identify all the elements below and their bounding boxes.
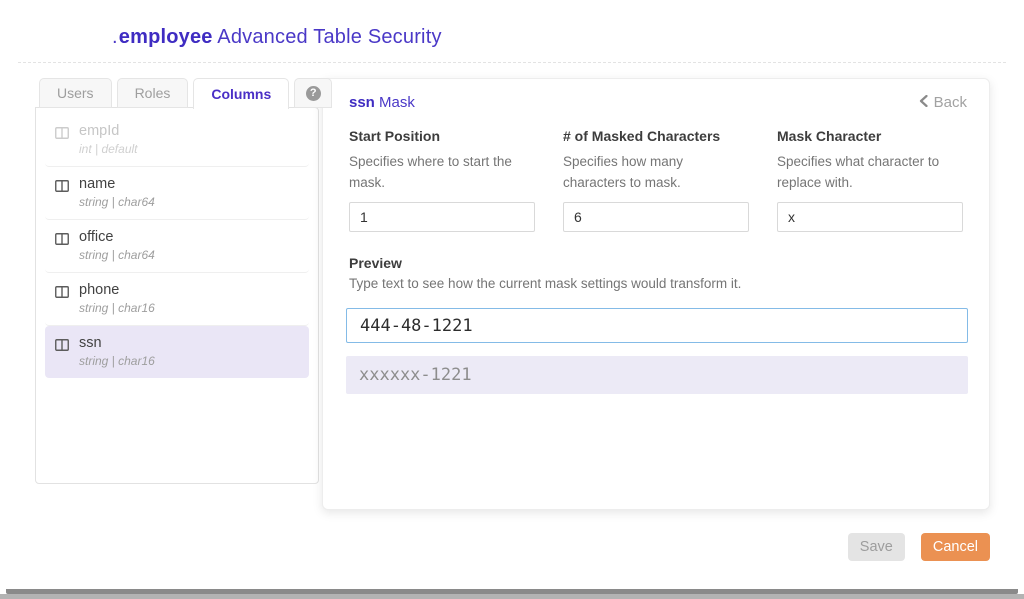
column-item-name[interactable]: name string | char64 bbox=[45, 167, 309, 220]
field-description: Specifies how many characters to mask. bbox=[563, 151, 749, 193]
field-description: Specifies what character to replace with… bbox=[777, 151, 963, 193]
column-meta: string | char64 bbox=[79, 248, 155, 262]
help-icon: ? bbox=[306, 86, 321, 101]
help-button[interactable]: ? bbox=[294, 78, 332, 108]
page-title-text: Advanced Table Security bbox=[217, 26, 441, 48]
column-icon bbox=[55, 232, 69, 250]
field-description: Specifies where to start the mask. bbox=[349, 151, 535, 193]
mask-column-name: ssn bbox=[349, 94, 375, 111]
title-divider bbox=[18, 62, 1006, 63]
column-name: empId bbox=[79, 123, 138, 139]
mask-card-header: ssn Mask Back bbox=[349, 94, 967, 111]
tab-bar: Users Roles Columns ? bbox=[39, 78, 332, 109]
save-button[interactable]: Save bbox=[848, 533, 905, 561]
columns-panel: empId int | default name string | char64… bbox=[35, 107, 319, 484]
column-item-empid: empId int | default bbox=[45, 114, 309, 167]
preview-result: xxxxxx-1221 bbox=[346, 356, 968, 394]
preview-description: Type text to see how the current mask se… bbox=[349, 276, 741, 291]
mask-fields: Start Position Specifies where to start … bbox=[349, 128, 963, 232]
field-label: # of Masked Characters bbox=[563, 128, 749, 144]
column-meta: string | char16 bbox=[79, 301, 155, 315]
column-name: phone bbox=[79, 282, 155, 298]
column-name: ssn bbox=[79, 335, 155, 351]
column-icon bbox=[55, 126, 69, 144]
column-name: office bbox=[79, 229, 155, 245]
mask-settings-card: ssn Mask Back Start Position Specifies w… bbox=[322, 78, 990, 510]
column-icon bbox=[55, 179, 69, 197]
masked-characters-input[interactable] bbox=[563, 202, 749, 232]
column-meta: string | char16 bbox=[79, 354, 155, 368]
schema-dot: . bbox=[112, 26, 118, 48]
field-mask-character: Mask Character Specifies what character … bbox=[777, 128, 963, 232]
field-masked-characters: # of Masked Characters Specifies how man… bbox=[563, 128, 749, 232]
preview-label: Preview bbox=[349, 255, 402, 271]
column-icon bbox=[55, 338, 69, 356]
tab-columns[interactable]: Columns bbox=[193, 78, 289, 109]
field-start-position: Start Position Specifies where to start … bbox=[349, 128, 535, 232]
columns-list: empId int | default name string | char64… bbox=[36, 108, 318, 378]
tab-roles[interactable]: Roles bbox=[117, 78, 189, 108]
field-label: Mask Character bbox=[777, 128, 963, 144]
mask-title-text: Mask bbox=[379, 94, 415, 111]
tab-roles-label: Roles bbox=[135, 85, 171, 101]
mask-card-title: ssn Mask bbox=[349, 94, 415, 111]
column-name: name bbox=[79, 176, 155, 192]
page-background-edge bbox=[0, 594, 1024, 599]
column-meta: string | char64 bbox=[79, 195, 155, 209]
field-label: Start Position bbox=[349, 128, 535, 144]
column-meta: int | default bbox=[79, 142, 138, 156]
back-chevron-icon bbox=[919, 94, 928, 111]
page-title: .employee Advanced Table Security bbox=[112, 26, 442, 49]
back-label: Back bbox=[934, 94, 967, 111]
tab-users[interactable]: Users bbox=[39, 78, 112, 108]
column-item-office[interactable]: office string | char64 bbox=[45, 220, 309, 273]
start-position-input[interactable] bbox=[349, 202, 535, 232]
column-item-ssn[interactable]: ssn string | char16 bbox=[45, 326, 309, 378]
cancel-button[interactable]: Cancel bbox=[921, 533, 990, 561]
column-icon bbox=[55, 285, 69, 303]
tab-users-label: Users bbox=[57, 85, 94, 101]
column-item-phone[interactable]: phone string | char16 bbox=[45, 273, 309, 326]
tab-columns-label: Columns bbox=[211, 86, 271, 102]
mask-character-input[interactable] bbox=[777, 202, 963, 232]
back-button[interactable]: Back bbox=[919, 94, 967, 111]
footer-buttons: Save Cancel bbox=[848, 533, 990, 561]
preview-input[interactable] bbox=[346, 308, 968, 343]
table-name: employee bbox=[119, 26, 213, 48]
